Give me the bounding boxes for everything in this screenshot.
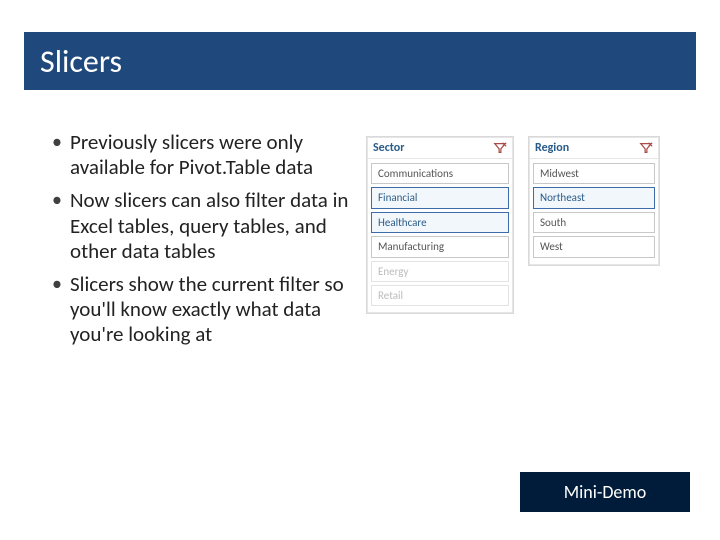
- slicer-body: Midwest Northeast South West: [529, 159, 659, 265]
- content-row: Previously slicers were only available f…: [48, 130, 696, 450]
- slicer-body: Communications Financial Healthcare Manu…: [367, 159, 513, 313]
- mini-demo-button[interactable]: Mini-Demo: [520, 472, 690, 512]
- bullet-list: Previously slicers were only available f…: [48, 130, 358, 450]
- bullet-item: Previously slicers were only available f…: [48, 130, 358, 180]
- slicer-item[interactable]: Communications: [371, 163, 509, 184]
- slicer-title: Sector: [373, 141, 405, 155]
- slicer-item[interactable]: South: [533, 212, 655, 233]
- clear-filter-icon[interactable]: [493, 141, 507, 155]
- slicer-item[interactable]: Midwest: [533, 163, 655, 184]
- slide: Slicers Previously slicers were only ava…: [0, 0, 720, 540]
- button-label: Mini-Demo: [564, 481, 647, 503]
- slicer-header: Sector: [367, 137, 513, 159]
- slicer-title: Region: [535, 141, 569, 155]
- slicer-item[interactable]: Retail: [371, 285, 509, 306]
- slide-title: Slicers: [40, 42, 122, 81]
- slicer-item[interactable]: Financial: [371, 187, 509, 208]
- slicer-item[interactable]: West: [533, 236, 655, 257]
- slicer-item[interactable]: Energy: [371, 261, 509, 282]
- bullet-item: Now slicers can also filter data in Exce…: [48, 188, 358, 264]
- slicer-sector[interactable]: Sector Communications Financial Healthca…: [366, 136, 514, 314]
- slicer-header: Region: [529, 137, 659, 159]
- slicer-item[interactable]: Northeast: [533, 187, 655, 208]
- bullet-item: Slicers show the current filter so you'l…: [48, 272, 358, 348]
- slicer-illustration: Sector Communications Financial Healthca…: [358, 130, 696, 450]
- clear-filter-icon[interactable]: [639, 141, 653, 155]
- slicer-item[interactable]: Manufacturing: [371, 236, 509, 257]
- title-bar: Slicers: [24, 32, 696, 90]
- slicer-region[interactable]: Region Midwest Northeast South West: [528, 136, 660, 266]
- slicer-item[interactable]: Healthcare: [371, 212, 509, 233]
